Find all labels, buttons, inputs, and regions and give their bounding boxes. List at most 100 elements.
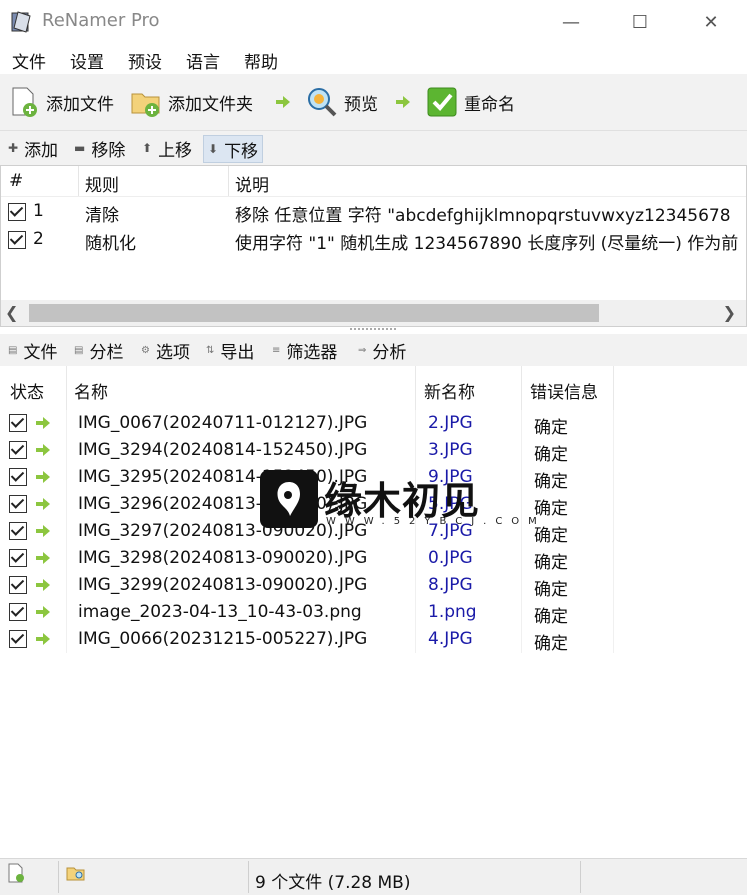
watermark: 缘木初见 WWW.52YBCJ.COM — [260, 470, 537, 532]
columns-menu-label: 分栏 — [89, 342, 124, 363]
file-new-name: 1.png — [428, 602, 477, 622]
watermark-url: WWW.52YBCJ.COM — [326, 516, 546, 527]
rules-col-rule[interactable]: 规则 — [85, 171, 119, 196]
menu-settings[interactable]: 设置 — [58, 44, 116, 74]
file-checkbox[interactable] — [9, 495, 27, 513]
rule-name: 随机化 — [85, 234, 136, 254]
file-name: IMG_3294(20240814-152450).JPG — [78, 440, 368, 460]
menu-presets[interactable]: 预设 — [116, 44, 174, 74]
rule-checkbox[interactable] — [8, 231, 26, 249]
maximize-button[interactable]: ☐ — [617, 0, 663, 44]
file-row[interactable]: IMG_3294(20240814-152450).JPG 3.JPG 确定 — [0, 437, 614, 465]
rules-col-description[interactable]: 说明 — [235, 171, 269, 196]
dropdown-icon: ⚙ — [141, 344, 150, 356]
add-file-icon — [12, 87, 37, 117]
arrow-right-icon — [36, 417, 50, 429]
rules-horizontal-scrollbar[interactable]: ❮ ❯ — [1, 300, 746, 326]
add-rule-button[interactable]: ✚ 添加 — [4, 135, 62, 161]
arrow-right-icon — [276, 96, 290, 108]
options-menu-label: 选项 — [155, 342, 190, 363]
scroll-left-icon[interactable]: ❮ — [5, 303, 18, 322]
scrollbar-thumb[interactable] — [29, 304, 599, 322]
file-name: IMG_3299(20240813-090020).JPG — [78, 575, 368, 595]
file-row[interactable]: IMG_3299(20240813-090020).JPG 8.JPG 确定 — [0, 572, 614, 600]
window-title: ReNamer Pro — [42, 10, 160, 31]
add-folder-icon — [131, 93, 160, 117]
checkmark-icon — [427, 87, 457, 117]
arrow-right-icon — [36, 606, 50, 618]
file-checkbox[interactable] — [9, 468, 27, 486]
rule-checkbox[interactable] — [8, 203, 26, 221]
arrow-down-icon: ⬇ — [208, 142, 219, 156]
move-down-button[interactable]: ⬇ 下移 — [203, 135, 264, 163]
file-checkbox[interactable] — [9, 630, 27, 648]
file-name: IMG_0067(20240711-012127).JPG — [78, 413, 368, 433]
plus-icon: ✚ — [8, 141, 19, 155]
file-checkbox[interactable] — [9, 603, 27, 621]
rules-table: # 规则 说明 1 清除 移除 任意位置 字符 "abcdefghijklmno… — [0, 165, 747, 327]
filter-menu-button[interactable]: ≡ 筛选器 — [272, 338, 337, 363]
file-error: 确定 — [534, 553, 568, 573]
options-menu-button[interactable]: ⚙ 选项 — [141, 338, 190, 363]
columns-menu-button[interactable]: ▤ 分栏 — [74, 338, 124, 363]
file-error: 确定 — [534, 607, 568, 627]
rules-col-number[interactable]: # — [9, 171, 23, 191]
rule-row[interactable]: 1 清除 移除 任意位置 字符 "abcdefghijklmnopqrstuvw… — [1, 198, 746, 226]
add-rule-label: 添加 — [24, 140, 59, 161]
add-folder-button[interactable]: 添加文件夹 — [130, 84, 253, 120]
analyze-menu-button[interactable]: ⇒ 分析 — [358, 338, 407, 363]
arrow-right-icon — [36, 579, 50, 591]
add-file-icon[interactable] — [6, 863, 26, 883]
arrow-right-icon — [396, 96, 410, 108]
rule-row[interactable]: 2 随机化 使用字符 "1" 随机生成 1234567890 长度序列 (尽量统… — [1, 226, 746, 254]
analyze-menu-label: 分析 — [372, 342, 407, 363]
rule-description: 移除 任意位置 字符 "abcdefghijklmnopqrstuvwxyz12… — [235, 206, 731, 226]
file-row[interactable]: IMG_3298(20240813-090020).JPG 0.JPG 确定 — [0, 545, 614, 573]
preview-label: 预览 — [344, 94, 378, 115]
add-folder-label: 添加文件夹 — [168, 94, 253, 115]
close-button[interactable]: ✕ — [688, 0, 734, 44]
minimize-button[interactable]: — — [548, 0, 594, 44]
file-new-name: 0.JPG — [428, 548, 473, 568]
file-checkbox[interactable] — [9, 576, 27, 594]
files-col-status[interactable]: 状态 — [10, 378, 44, 403]
file-checkbox[interactable] — [9, 522, 27, 540]
file-row[interactable]: IMG_0066(20231215-005227).JPG 4.JPG 确定 — [0, 626, 614, 654]
file-checkbox[interactable] — [9, 549, 27, 567]
dropdown-icon: ▤ — [74, 344, 84, 356]
files-toolbar: ▤ 文件 ▤ 分栏 ⚙ 选项 ⇅ 导出 ≡ 筛选器 ⇒ 分析 — [0, 334, 747, 367]
move-up-label: 上移 — [158, 140, 193, 161]
folder-search-icon[interactable] — [66, 863, 86, 883]
file-checkbox[interactable] — [9, 414, 27, 432]
files-header-row: 状态 名称 新名称 错误信息 — [0, 366, 747, 410]
rule-number: 1 — [33, 201, 44, 221]
file-error: 确定 — [534, 580, 568, 600]
rule-description: 使用字符 "1" 随机生成 1234567890 长度序列 (尽量统一) 作为前 — [235, 234, 739, 254]
file-new-name: 2.JPG — [428, 413, 473, 433]
add-files-button[interactable]: 添加文件 — [8, 84, 114, 120]
file-new-name: 8.JPG — [428, 575, 473, 595]
menu-file[interactable]: 文件 — [0, 44, 58, 74]
file-new-name: 4.JPG — [428, 629, 473, 649]
files-menu-button[interactable]: ▤ 文件 — [8, 338, 58, 363]
files-col-new-name[interactable]: 新名称 — [424, 378, 475, 403]
file-row[interactable]: image_2023-04-13_10-43-03.png 1.png 确定 — [0, 599, 614, 627]
file-checkbox[interactable] — [9, 441, 27, 459]
file-new-name: 3.JPG — [428, 440, 473, 460]
remove-rule-button[interactable]: ▬ 移除 — [70, 135, 129, 161]
export-menu-button[interactable]: ⇅ 导出 — [206, 338, 254, 363]
rules-header-row: # 规则 说明 — [1, 166, 746, 197]
files-col-error[interactable]: 错误信息 — [530, 378, 598, 403]
rename-button[interactable]: 重命名 — [426, 84, 515, 120]
preview-button[interactable]: 预览 — [306, 84, 378, 120]
file-row[interactable]: IMG_0067(20240711-012127).JPG 2.JPG 确定 — [0, 410, 614, 438]
scroll-right-icon[interactable]: ❯ — [723, 303, 736, 322]
menu-help[interactable]: 帮助 — [232, 44, 290, 74]
main-toolbar: 添加文件 添加文件夹 预览 重命名 — [0, 74, 747, 131]
title-bar: ReNamer Pro — ☐ ✕ — [0, 0, 747, 44]
menu-language[interactable]: 语言 — [174, 44, 232, 74]
files-menu-label: 文件 — [23, 342, 58, 363]
files-col-name[interactable]: 名称 — [74, 378, 108, 403]
status-bar: 9 个文件 (7.28 MB) — [0, 858, 747, 895]
move-up-button[interactable]: ⬆ 上移 — [138, 135, 196, 161]
